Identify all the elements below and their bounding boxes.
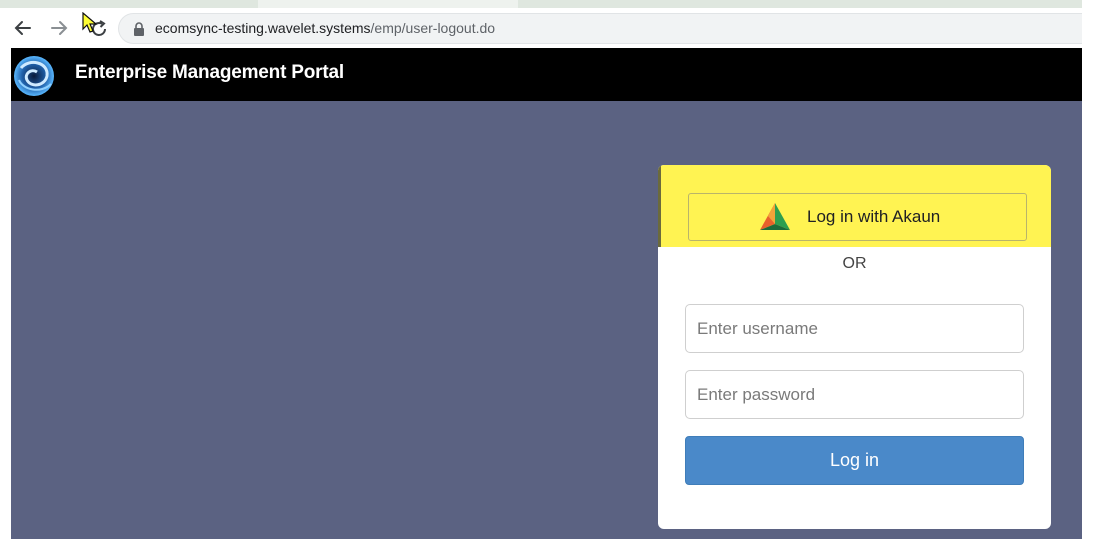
login-button[interactable]: Log in [685,436,1024,485]
back-arrow-icon[interactable] [12,16,34,40]
url-host: ecomsync-testing.wavelet.systems [155,20,371,36]
mouse-cursor-icon [82,11,98,34]
or-separator: OR [842,255,867,272]
login-card: Log in with Akaun OR Log in [658,165,1051,529]
swirl-logo-icon[interactable] [11,54,57,98]
url-path: /emp/user-logout.do [370,20,496,36]
forward-arrow-icon[interactable] [48,16,70,40]
lock-icon[interactable] [133,22,145,36]
browser-tab[interactable] [258,0,518,8]
app-title: Enterprise Management Portal [75,62,344,83]
sso-highlight-band: Log in with Akaun [658,165,1051,247]
akaun-login-label: Log in with Akaun [807,207,941,226]
akaun-logo-icon [759,202,791,232]
browser-toolbar: ecomsync-testing.wavelet.systems/emp/use… [0,0,1082,48]
window-left-margin [0,48,11,557]
username-input[interactable] [685,304,1024,353]
browser-tab-strip [0,0,1082,8]
akaun-login-button[interactable]: Log in with Akaun [688,193,1027,241]
password-input[interactable] [685,370,1024,419]
address-bar[interactable]: ecomsync-testing.wavelet.systems/emp/use… [118,13,1082,44]
url-text[interactable]: ecomsync-testing.wavelet.systems/emp/use… [155,20,495,36]
app-header: Enterprise Management Portal [11,48,1082,101]
